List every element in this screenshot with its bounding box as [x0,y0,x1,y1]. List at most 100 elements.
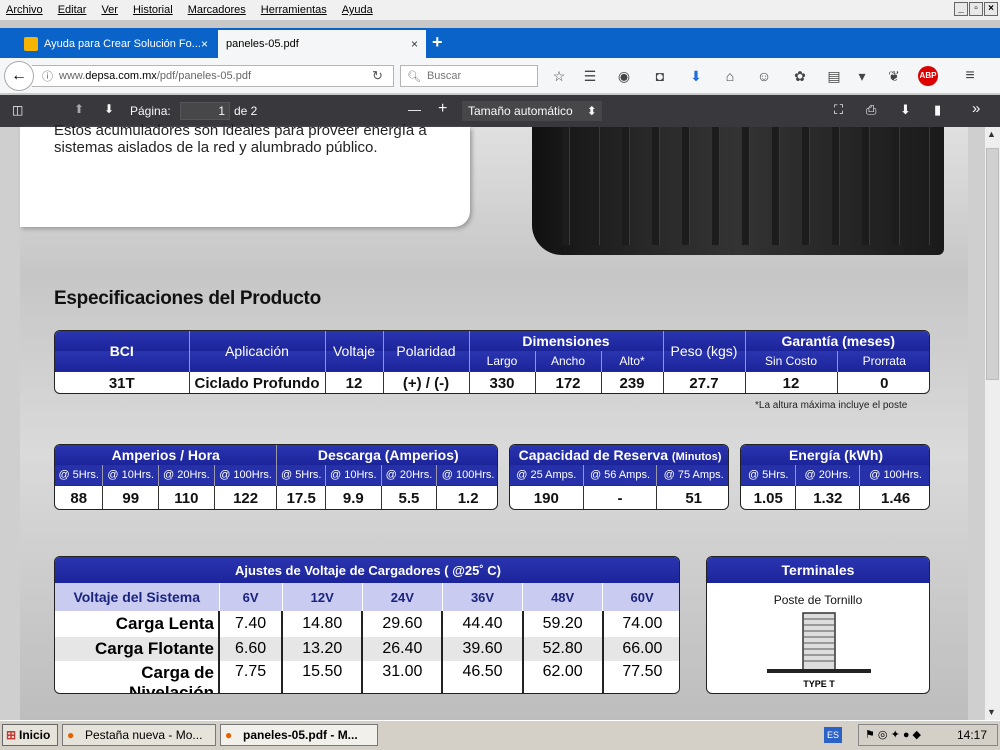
table-row: Carga de Nivelación 7.75 15.50 31.00 46.… [55,661,679,693]
menu-ver[interactable]: Ver [101,4,118,16]
cell: 7.40 [219,611,284,637]
back-button[interactable]: ← [4,61,34,91]
scroll-down-icon[interactable]: ▼ [987,707,996,717]
fullscreen-icon[interactable]: ⛶ [834,102,843,118]
cell: 29.60 [362,611,444,637]
menu-archivo[interactable]: Archivo [6,4,43,16]
col-polaridad: Polaridad [383,331,470,371]
sidebar-toggle-icon[interactable]: ◫ [12,103,23,117]
intro-line: Estos acumuladores son ideales para prov… [54,122,427,139]
history-icon[interactable]: ◉ [614,66,634,86]
cell: 1.46 [859,484,929,509]
spec-table: BCI Aplicación Voltaje Polaridad Dimensi… [54,330,930,394]
addon-icon[interactable]: ❦ [884,66,904,86]
ajustes-voltaje-table: Ajustes de Voltaje de Cargadores ( @25˚ … [54,556,680,694]
sub-header: @ 25 Amps. [510,465,584,485]
amperios-title: Amperios / Hora [55,445,278,465]
reader-list-icon[interactable]: ☰ [580,66,600,86]
col-prorrata: Prorrata [862,353,906,368]
cell: 1.32 [795,484,861,509]
scroll-up-icon[interactable]: ▲ [987,129,996,139]
scrollbar-thumb[interactable] [986,148,999,380]
table-row: Carga Flotante 6.60 13.20 26.40 39.60 52… [55,637,679,661]
new-tab-button[interactable]: + [432,32,443,53]
taskbar-item-pestana[interactable]: ● Pestaña nueva - Mo... [62,724,216,746]
pocket-icon[interactable]: ◘ [650,66,670,86]
close-window-icon[interactable]: × [984,2,998,16]
intro-line: sistemas aislados de la red y alumbrado … [54,139,378,156]
hamburger-menu-icon[interactable]: ≡ [960,66,980,86]
row-label: Carga Lenta [55,611,220,637]
cell: 122 [214,484,278,509]
print-icon[interactable]: ⎙ [866,102,876,118]
cell: 52.80 [522,637,604,661]
taskbar-item-label: Pestaña nueva - Mo... [85,728,203,742]
zoom-in-button[interactable]: + [438,100,447,118]
col-alto: Alto* [601,351,664,371]
zoom-out-button[interactable]: — [408,102,421,117]
extension-icon[interactable]: ✿ [790,66,810,86]
page-label: Página: [130,104,171,118]
cell: 44.40 [442,611,524,637]
next-page-icon[interactable]: ⬇ [104,102,114,116]
menu-ayuda[interactable]: Ayuda [342,4,373,16]
cell: 31.00 [362,661,444,693]
col-garantia: Garantía (meses) [781,333,896,349]
amperios-descarga-table: Amperios / Hora Descarga (Amperios) @ 5H… [54,444,498,510]
favicon-icon [24,37,38,51]
tab-label: Ayuda para Crear Solución Fo... [44,38,201,50]
home-icon[interactable]: ⌂ [720,66,740,86]
reload-icon[interactable]: ↻ [372,68,383,84]
col-volt: 60V [630,589,654,605]
search-input[interactable]: 🔍︎ Buscar [400,65,538,87]
page-count: de 2 [234,104,258,118]
table-row: Carga Lenta 7.40 14.80 29.60 44.40 59.20… [55,611,679,637]
cell: 17.5 [276,484,326,509]
table-row: 1.05 1.32 1.46 [741,484,929,509]
adblock-icon[interactable]: ABP [918,66,938,86]
col-ancho: Ancho [535,351,602,371]
chat-icon[interactable]: ☺ [754,66,774,86]
tab-ayuda[interactable]: Ayuda para Crear Solución Fo... × [16,32,216,56]
tab-paneles[interactable]: paneles-05.pdf × [218,30,426,58]
info-icon[interactable]: ⓘ [42,68,53,84]
col-voltaje: Voltaje [325,331,384,371]
menu-marcadores[interactable]: Marcadores [188,4,246,16]
bookmark-icon[interactable]: ▮ [934,102,941,118]
row-label: Carga Flotante [55,637,220,661]
close-tab-icon[interactable]: × [411,37,418,51]
save-icon[interactable]: ⬇ [900,102,911,118]
zoom-select[interactable]: Tamaño automático ⬍ [462,101,602,121]
url-bar[interactable]: ⓘ www. depsa.com.mx/pdf/paneles-05.pdf [32,65,394,87]
menu-herramientas[interactable]: Herramientas [261,4,327,16]
minimize-icon[interactable]: _ [954,2,968,16]
sub-header: @ 20Hrs. [381,465,438,485]
menu-editar[interactable]: Editar [58,4,87,16]
start-button[interactable]: ⊞ Inicio [2,724,58,746]
cell: 66.00 [622,640,663,657]
url-prefix: www. [59,70,86,82]
dropdown-icon[interactable]: ▾ [852,66,872,86]
terminales-box: Terminales Poste de Tornillo TYPE T [706,556,930,694]
terminal-caption: Poste de Tornillo [773,593,863,607]
intro-text: Estos acumuladores son ideales para prov… [54,122,454,156]
cell: 14.80 [282,611,364,637]
language-indicator[interactable]: ES [824,727,842,743]
sub-header: @ 20Hrs. [795,465,861,485]
bookmark-star-icon[interactable]: ☆ [549,66,569,86]
menu-historial[interactable]: Historial [133,4,173,16]
energia-title: Energía (kWh) [788,447,884,463]
clipboard-icon[interactable]: ▤ [824,66,844,86]
restore-icon[interactable]: ▫ [969,2,983,16]
height-note: *La altura máxima incluye el poste [755,400,908,411]
tray-icons[interactable]: ⚑ ◎ ✦ ● ◆ [865,725,921,745]
cell: 1.2 [436,484,497,509]
download-icon[interactable]: ⬇ [686,66,706,86]
capacidad-title-unit: (Minutos) [671,451,722,463]
taskbar-item-paneles[interactable]: ● paneles-05.pdf - M... [220,724,378,746]
close-tab-icon[interactable]: × [201,37,208,51]
page-number-input[interactable]: 1 [180,102,230,120]
prev-page-icon[interactable]: ⬆ [74,102,84,116]
taskbar-item-label: paneles-05.pdf - M... [243,728,358,742]
tools-more-icon[interactable]: » [972,100,980,117]
